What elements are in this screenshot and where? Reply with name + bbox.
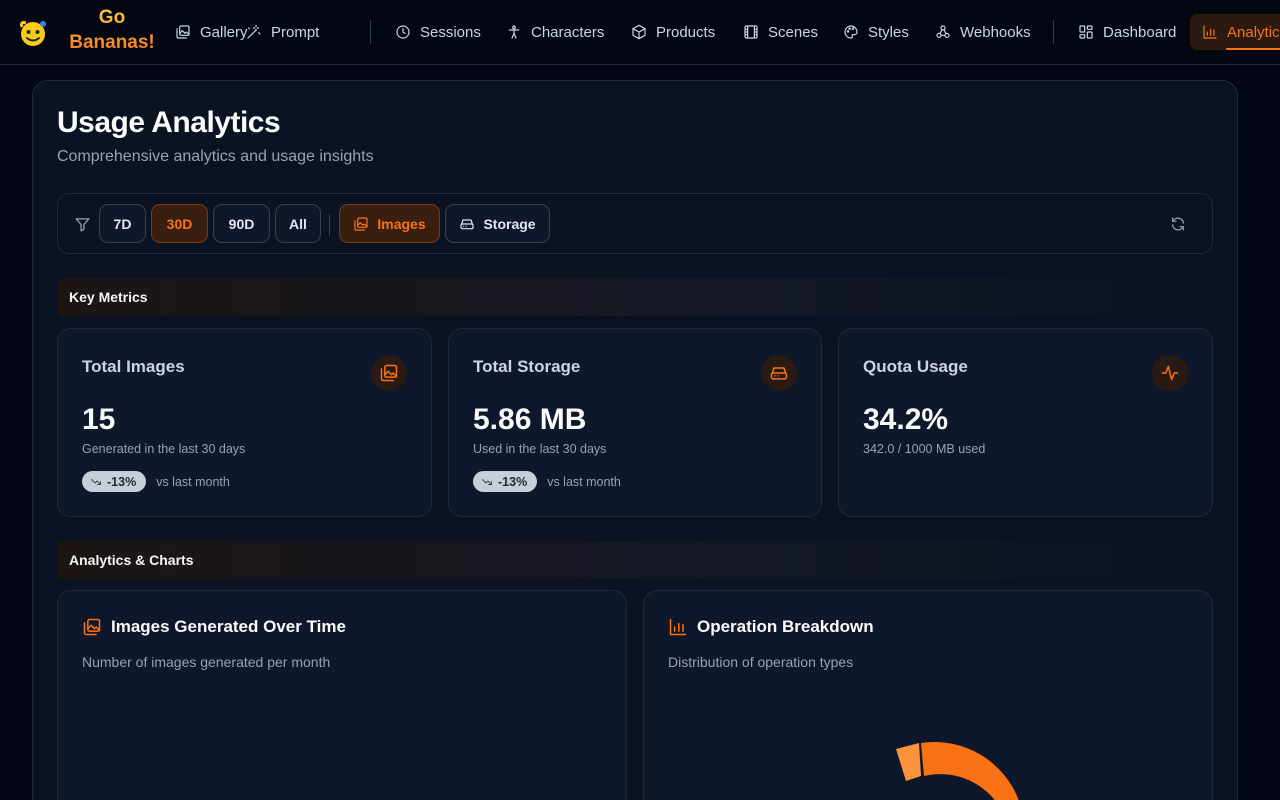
trend-row: -13% vs last month bbox=[82, 471, 230, 492]
activity-icon bbox=[1161, 365, 1179, 381]
metric-card-total-images: Total Images 15 Generated in the last 30… bbox=[57, 328, 432, 517]
card-icon-wrap bbox=[371, 355, 407, 391]
chart-subtitle: Distribution of operation types bbox=[668, 654, 854, 670]
trend-label: vs last month bbox=[156, 474, 230, 489]
chart-title: Images Generated Over Time bbox=[111, 617, 346, 636]
operation-donut-chart bbox=[896, 742, 1019, 800]
dashboard-icon bbox=[1079, 25, 1093, 39]
nav-analytics[interactable]: Analytics bbox=[1190, 14, 1280, 50]
images-icon bbox=[83, 618, 101, 636]
nav-divider bbox=[370, 20, 371, 44]
chart-title-row: Images Generated Over Time bbox=[82, 617, 346, 637]
range-7d-button[interactable]: 7D bbox=[99, 204, 146, 243]
card-title: Total Images bbox=[82, 357, 185, 376]
clock-icon bbox=[396, 25, 410, 39]
nav-styles[interactable]: Styles bbox=[835, 14, 917, 50]
trend-value: -13% bbox=[107, 474, 137, 489]
chart-title-row: Operation Breakdown bbox=[668, 617, 874, 637]
palette-icon bbox=[844, 25, 858, 39]
images-icon bbox=[176, 25, 190, 39]
nav-prompt-label: Prompt bbox=[271, 23, 320, 41]
metric-card-quota-usage: Quota Usage 34.2% 342.0 / 1000 MB used bbox=[838, 328, 1213, 517]
metric-images-button[interactable]: Images bbox=[339, 204, 440, 243]
card-value: 5.86 MB bbox=[473, 403, 587, 436]
chart-subtitle: Number of images generated per month bbox=[82, 654, 331, 670]
refresh-icon[interactable] bbox=[1170, 216, 1186, 232]
metric-storage-label: Storage bbox=[483, 215, 536, 232]
wand-icon bbox=[247, 24, 261, 39]
page-title: Usage Analytics bbox=[57, 106, 281, 139]
range-30d-button[interactable]: 30D bbox=[151, 204, 208, 243]
card-value: 34.2% bbox=[863, 403, 949, 436]
nav-sessions-label: Sessions bbox=[420, 23, 481, 41]
top-navigation: Go Bananas! Gallery Prompt Sessions Char… bbox=[0, 0, 1280, 65]
metric-storage-button[interactable]: Storage bbox=[445, 204, 550, 243]
bar-chart-icon bbox=[1203, 25, 1217, 39]
trend-row: -13% vs last month bbox=[473, 471, 621, 492]
nav-characters[interactable]: Characters bbox=[498, 14, 612, 50]
filter-icon bbox=[75, 218, 90, 232]
nav-webhooks[interactable]: Webhooks bbox=[927, 14, 1039, 50]
box-icon bbox=[632, 24, 646, 40]
card-icon-wrap bbox=[761, 355, 797, 391]
images-icon bbox=[354, 216, 368, 231]
nav-divider bbox=[1053, 20, 1054, 44]
images-over-time-card: Images Generated Over Time Number of ima… bbox=[57, 590, 627, 800]
range-all-button[interactable]: All bbox=[275, 204, 321, 243]
nav-scenes[interactable]: Scenes bbox=[735, 14, 826, 50]
banana-logo-icon[interactable] bbox=[16, 15, 50, 49]
person-icon bbox=[508, 25, 520, 39]
bar-chart-icon bbox=[669, 618, 687, 636]
nav-scenes-label: Scenes bbox=[768, 23, 819, 41]
trend-badge: -13% bbox=[82, 471, 147, 492]
hard-drive-icon bbox=[460, 218, 475, 229]
active-tab-indicator bbox=[1226, 48, 1280, 50]
nav-webhooks-label: Webhooks bbox=[960, 23, 1031, 41]
nav-products[interactable]: Products bbox=[623, 14, 723, 50]
filter-bar: 7D 30D 90D All Images Storage bbox=[57, 193, 1213, 254]
card-title: Quota Usage bbox=[863, 357, 968, 376]
trend-label: vs last month bbox=[547, 474, 621, 489]
card-value: 15 bbox=[82, 403, 116, 436]
nav-characters-label: Characters bbox=[531, 23, 605, 41]
nav-sessions[interactable]: Sessions bbox=[387, 14, 489, 50]
metric-card-total-storage: Total Storage 5.86 MB Used in the last 3… bbox=[448, 328, 822, 517]
filter-divider bbox=[329, 214, 330, 236]
donut-slice-secondary[interactable] bbox=[896, 743, 921, 781]
card-description: Generated in the last 30 days bbox=[82, 442, 246, 456]
chart-title: Operation Breakdown bbox=[697, 617, 874, 636]
nav-styles-label: Styles bbox=[868, 23, 909, 41]
metric-images-label: Images bbox=[377, 215, 426, 232]
card-description: Used in the last 30 days bbox=[473, 442, 607, 456]
nav-dashboard-label: Dashboard bbox=[1103, 23, 1177, 41]
nav-analytics-label: Analytics bbox=[1227, 23, 1280, 41]
key-metrics-heading: Key Metrics bbox=[57, 278, 1213, 316]
nav-prompt[interactable]: Prompt bbox=[238, 14, 327, 50]
webhook-icon bbox=[936, 25, 950, 38]
card-description: 342.0 / 1000 MB used bbox=[863, 442, 986, 456]
brand-name[interactable]: Go Bananas! bbox=[60, 5, 164, 55]
card-title: Total Storage bbox=[473, 357, 581, 376]
trend-badge: -13% bbox=[473, 471, 538, 492]
image-icon bbox=[380, 364, 398, 382]
trending-down-icon bbox=[91, 478, 101, 485]
film-icon bbox=[744, 25, 758, 39]
page-subtitle: Comprehensive analytics and usage insigh… bbox=[57, 148, 374, 165]
nav-dashboard[interactable]: Dashboard bbox=[1070, 14, 1184, 50]
range-90d-button[interactable]: 90D bbox=[213, 204, 270, 243]
operation-breakdown-card: Operation Breakdown Distribution of oper… bbox=[643, 590, 1213, 800]
nav-products-label: Products bbox=[656, 23, 716, 41]
trending-down-icon bbox=[482, 478, 492, 485]
trend-value: -13% bbox=[498, 474, 528, 489]
hard-drive-icon bbox=[770, 367, 788, 380]
donut-slice-primary[interactable] bbox=[921, 742, 1019, 800]
charts-heading: Analytics & Charts bbox=[57, 541, 1213, 579]
card-icon-wrap bbox=[1152, 355, 1188, 391]
